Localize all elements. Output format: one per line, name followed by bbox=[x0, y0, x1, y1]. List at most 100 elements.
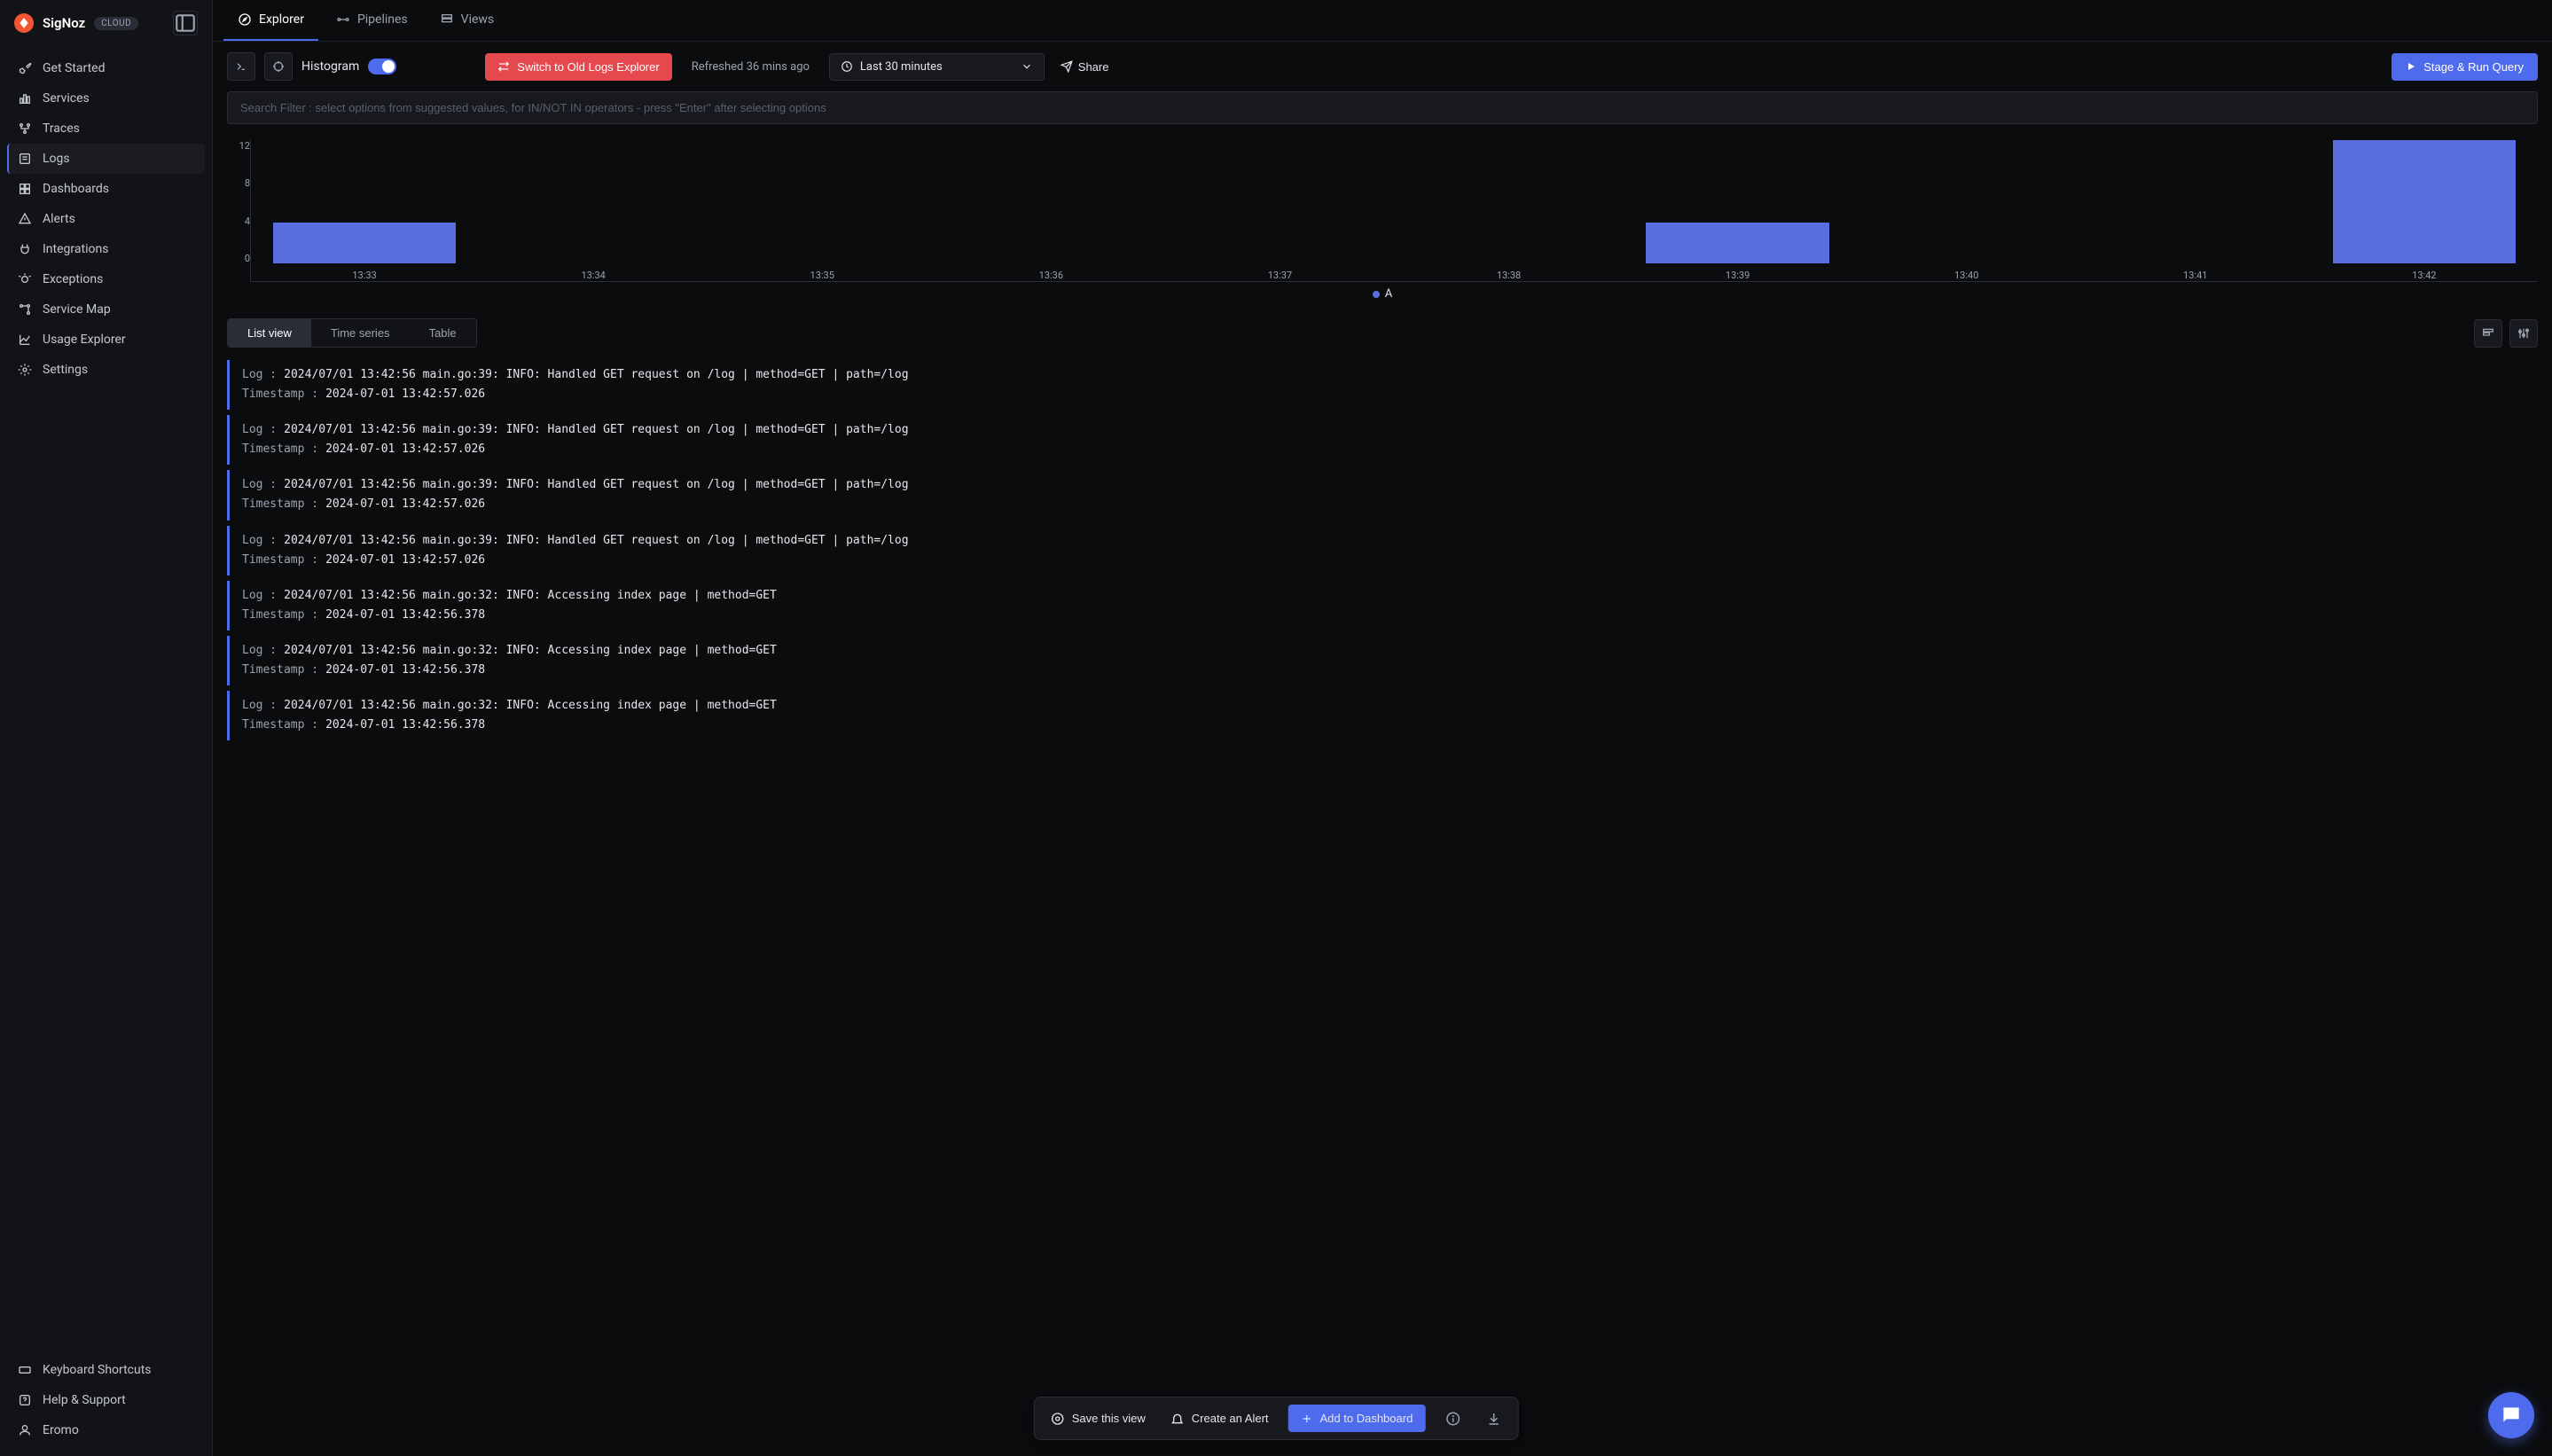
chart-icon bbox=[18, 333, 32, 347]
log-message: 2024/07/01 13:42:56 main.go:39: INFO: Ha… bbox=[284, 365, 908, 385]
log-entry[interactable]: Log :2024/07/01 13:42:56 main.go:32: INF… bbox=[227, 581, 2538, 630]
save-view-button[interactable]: Save this view bbox=[1045, 1406, 1151, 1431]
sidebar-item-exceptions[interactable]: Exceptions bbox=[7, 264, 205, 294]
info-button[interactable] bbox=[1439, 1405, 1466, 1432]
bars-icon bbox=[18, 91, 32, 106]
sidebar-item-settings[interactable]: Settings bbox=[7, 355, 205, 385]
view-tab-list[interactable]: List view bbox=[228, 319, 311, 347]
hierarchy-icon bbox=[18, 121, 32, 136]
nav-label: Logs bbox=[43, 152, 70, 166]
sidebar-item-usage-explorer[interactable]: Usage Explorer bbox=[7, 325, 205, 355]
x-tick: 13:33 bbox=[352, 270, 376, 281]
rocket-icon bbox=[18, 61, 32, 75]
sidebar-item-dashboards[interactable]: Dashboards bbox=[7, 174, 205, 204]
log-entry[interactable]: Log : 2024/07/01 13:42:56 main.go:39: INF… bbox=[227, 360, 2538, 410]
main-content: Explorer Pipelines Views Histogram Switc… bbox=[213, 0, 2552, 1456]
chart-legend: A bbox=[227, 282, 2538, 309]
user-icon bbox=[18, 1423, 32, 1437]
y-tick: 4 bbox=[227, 215, 250, 227]
chevron-down-icon bbox=[1021, 60, 1033, 73]
create-alert-button[interactable]: Create an Alert bbox=[1165, 1406, 1274, 1431]
toolbar: Histogram Switch to Old Logs Explorer Re… bbox=[213, 42, 2552, 91]
sidebar-item-service-map[interactable]: Service Map bbox=[7, 294, 205, 325]
floating-action-bar: Save this view Create an Alert Add to Da… bbox=[1034, 1397, 1519, 1440]
share-icon bbox=[1061, 60, 1073, 73]
log-entry[interactable]: Log :2024/07/01 13:42:56 main.go:32: INF… bbox=[227, 636, 2538, 685]
time-range-picker[interactable]: Last 30 minutes bbox=[829, 53, 1045, 81]
help-icon bbox=[18, 1393, 32, 1407]
x-tick: 13:37 bbox=[1268, 270, 1292, 281]
timestamp-value: 2024-07-01 13:42:57.026 bbox=[325, 551, 485, 570]
histogram-bar[interactable] bbox=[1646, 223, 1829, 263]
log-entry[interactable]: Log :2024/07/01 13:42:56 main.go:32: INF… bbox=[227, 691, 2538, 740]
bar-slot: 13:36 bbox=[939, 140, 1162, 263]
tab-pipelines[interactable]: Pipelines bbox=[322, 0, 422, 41]
log-key: Log : bbox=[242, 531, 277, 551]
x-tick: 13:38 bbox=[1497, 270, 1521, 281]
log-entry[interactable]: Log :2024/07/01 13:42:56 main.go:39: INF… bbox=[227, 470, 2538, 520]
timestamp-key: Timestamp : bbox=[242, 495, 318, 514]
sidebar-item-help-support[interactable]: Help & Support bbox=[7, 1385, 205, 1415]
format-button[interactable] bbox=[2474, 319, 2502, 348]
tab-explorer[interactable]: Explorer bbox=[223, 0, 318, 41]
bar-slot: 13:39 bbox=[1626, 140, 1850, 263]
x-tick: 13:41 bbox=[2183, 270, 2207, 281]
tab-label: Views bbox=[461, 12, 495, 27]
chat-fab[interactable] bbox=[2488, 1392, 2534, 1438]
sidebar-item-alerts[interactable]: Alerts bbox=[7, 204, 205, 234]
x-tick: 13:35 bbox=[810, 270, 834, 281]
nav-label: Exceptions bbox=[43, 272, 103, 286]
play-icon bbox=[2406, 61, 2416, 72]
timestamp-value: 2024-07-01 13:42:56.378 bbox=[325, 716, 485, 735]
tab-label: Explorer bbox=[259, 12, 304, 27]
log-entry[interactable]: Log :2024/07/01 13:42:56 main.go:39: INF… bbox=[227, 526, 2538, 575]
logo-icon bbox=[14, 13, 34, 33]
nav-label: Usage Explorer bbox=[43, 333, 126, 347]
timestamp-key: Timestamp : bbox=[242, 440, 318, 459]
y-tick: 0 bbox=[227, 253, 250, 264]
switch-old-label: Switch to Old Logs Explorer bbox=[517, 60, 659, 74]
sidebar-item-services[interactable]: Services bbox=[7, 83, 205, 114]
bar-slot: 13:33 bbox=[253, 140, 476, 263]
download-button[interactable] bbox=[1480, 1405, 1507, 1432]
crosshair-button[interactable] bbox=[264, 52, 293, 81]
x-tick: 13:39 bbox=[1726, 270, 1750, 281]
histogram-chart: 12 8 4 0 13:3313:3413:3513:3613:3713:381… bbox=[213, 135, 2552, 313]
log-key: Log : bbox=[242, 365, 277, 385]
search-input[interactable] bbox=[227, 91, 2538, 124]
histogram-toggle[interactable] bbox=[368, 59, 396, 74]
switch-old-explorer-button[interactable]: Switch to Old Logs Explorer bbox=[485, 53, 671, 81]
share-button[interactable]: Share bbox=[1061, 60, 1109, 74]
timestamp-key: Timestamp : bbox=[242, 385, 318, 404]
sidebar-item-logs[interactable]: Logs bbox=[7, 144, 205, 174]
view-tab-timeseries[interactable]: Time series bbox=[311, 319, 410, 347]
histogram-bar[interactable] bbox=[2333, 140, 2517, 263]
run-query-button[interactable]: Stage & Run Query bbox=[2392, 53, 2538, 81]
sidebar-item-keyboard-shortcuts[interactable]: Keyboard Shortcuts bbox=[7, 1355, 205, 1385]
view-tab-table[interactable]: Table bbox=[410, 319, 476, 347]
settings-view-button[interactable] bbox=[2509, 319, 2538, 348]
grid-icon bbox=[18, 182, 32, 196]
log-entry[interactable]: Log :2024/07/01 13:42:56 main.go:39: INF… bbox=[227, 415, 2538, 465]
histogram-bar[interactable] bbox=[273, 223, 457, 263]
format-icon bbox=[2481, 326, 2495, 341]
sidebar-nav: Get Started Services Traces Logs Dashboa… bbox=[0, 46, 212, 1348]
sidebar-item-integrations[interactable]: Integrations bbox=[7, 234, 205, 264]
sidebar-item-user[interactable]: Eromo bbox=[7, 1415, 205, 1445]
cloud-badge: CLOUD bbox=[94, 17, 138, 30]
histogram-control: Histogram bbox=[301, 59, 396, 74]
sidebar-item-traces[interactable]: Traces bbox=[7, 114, 205, 144]
log-list[interactable]: Log : 2024/07/01 13:42:56 main.go:39: INF… bbox=[213, 356, 2552, 1456]
log-message: 2024/07/01 13:42:56 main.go:32: INFO: Ac… bbox=[284, 641, 777, 661]
bar-slot: 13:41 bbox=[2084, 140, 2307, 263]
sidebar-item-get-started[interactable]: Get Started bbox=[7, 53, 205, 83]
y-axis: 12 8 4 0 bbox=[227, 140, 250, 282]
bug-icon bbox=[18, 272, 32, 286]
clock-icon bbox=[841, 60, 853, 73]
timestamp-value: 2024-07-01 13:42:57.026 bbox=[325, 495, 485, 514]
add-dashboard-button[interactable]: Add to Dashboard bbox=[1288, 1405, 1426, 1432]
view-tabs: List view Time series Table bbox=[227, 318, 477, 348]
terminal-button[interactable] bbox=[227, 52, 255, 81]
sidebar-collapse-button[interactable] bbox=[173, 11, 198, 35]
tab-views[interactable]: Views bbox=[426, 0, 509, 41]
